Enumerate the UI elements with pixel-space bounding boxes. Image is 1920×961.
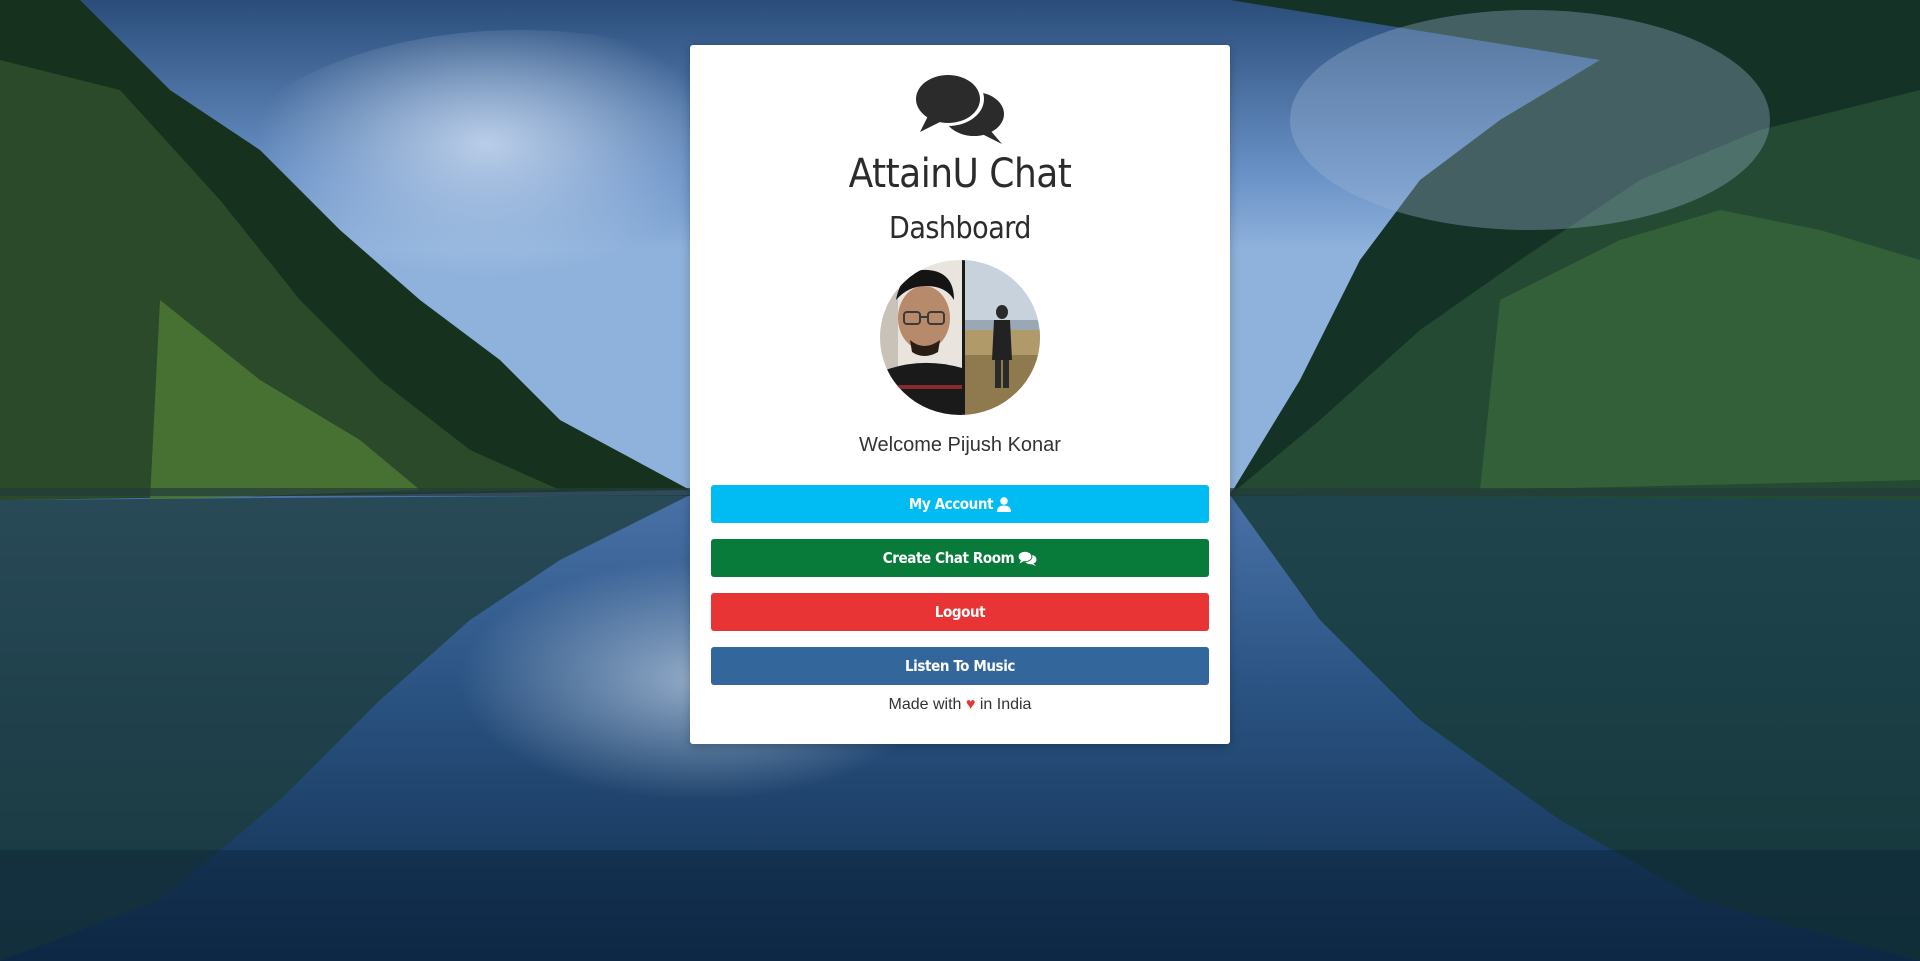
listen-to-music-label: Listen To Music (904, 657, 1016, 675)
comments-icon (1018, 550, 1037, 566)
avatar (880, 260, 1040, 415)
footer-suffix: in India (979, 696, 1032, 713)
logout-button[interactable]: Logout (711, 593, 1209, 631)
footer-prefix: Made with (888, 696, 962, 713)
my-account-button[interactable]: My Account (711, 485, 1209, 523)
logout-label: Logout (934, 603, 986, 621)
footer-credit: Made with ♥ in India (690, 695, 1230, 715)
my-account-label: My Account (908, 495, 994, 513)
dashboard-card: AttainU Chat Dashboard Welcome Pijush Ko… (690, 45, 1230, 744)
page-subtitle: Dashboard (889, 211, 1031, 246)
listen-to-music-button[interactable]: Listen To Music (711, 647, 1209, 685)
comments-icon (912, 70, 1008, 146)
create-chat-room-button[interactable]: Create Chat Room (711, 539, 1209, 577)
welcome-message: Welcome Pijush Konar (859, 434, 1061, 456)
app-title: AttainU Chat (848, 151, 1072, 197)
user-icon (997, 496, 1012, 512)
create-chat-room-label: Create Chat Room (882, 549, 1015, 567)
heart-icon: ♥ (965, 696, 976, 713)
